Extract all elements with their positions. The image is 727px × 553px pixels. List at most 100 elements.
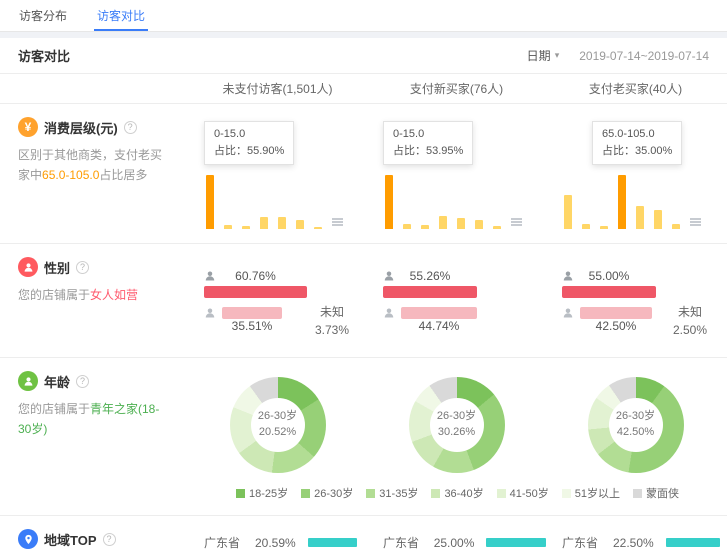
age-label-block: 年龄 ? 您的店铺属于青年之家(18-30岁) <box>0 371 188 473</box>
tab-visitor-comparison[interactable]: 访客对比 <box>82 0 160 31</box>
male-percentage: 42.50% <box>580 319 652 333</box>
donut-center: 26-30岁 20.52% <box>251 398 305 452</box>
region-label-block: 地域TOP ? 您的访客聚集在广东省 <box>0 529 188 553</box>
legend-item-unknown[interactable]: 蒙面侠 <box>633 485 679 501</box>
column-headers: 未支付访客(1,501人) 支付新买家(76人) 支付老买家(40人) <box>0 74 727 104</box>
gender-chart-col-new-buyers: 55.26% 44.74% 未知 <box>367 257 546 343</box>
male-bar <box>580 307 652 319</box>
unknown-label: 未知 <box>315 303 349 321</box>
help-icon[interactable]: ? <box>124 121 137 134</box>
tooltip-share: 占比：35.00% <box>602 143 672 160</box>
visitor-comparison-panel: 访客对比 日期 ▾ 2019-07-14~2019-07-14 未支付访客(1,… <box>0 38 727 553</box>
donut-center-value: 42.50% <box>617 425 654 441</box>
legend-label: 31-35岁 <box>379 485 418 501</box>
unknown-block: 未知 2.50% <box>673 303 707 339</box>
region-row: 广东省 22.50% <box>562 531 725 553</box>
section-region-top: 地域TOP ? 您的访客聚集在广东省 广东省 20.59% 浙江省 11.06%… <box>0 516 727 553</box>
age-description: 您的店铺属于青年之家(18-30岁) <box>18 400 170 440</box>
chevron-down-icon: ▾ <box>555 50 560 61</box>
gender-description: 您的店铺属于女人如营 <box>18 286 170 306</box>
table-toggle-icon[interactable] <box>511 217 522 227</box>
age-chart-col-old-buyers: 26-30岁 42.50% <box>546 371 725 473</box>
gender-label-block: 性别 ? 您的店铺属于女人如营 <box>0 257 188 343</box>
female-bar <box>204 286 307 298</box>
consume-label-block: ¥ 消费层级(元) ? 区别于其他商类，支付老买家中65.0-105.0占比居多 <box>0 117 188 229</box>
male-bar <box>222 307 282 319</box>
help-icon[interactable]: ? <box>76 261 89 274</box>
region-list-col-unpaid: 广东省 20.59% 浙江省 11.06% <box>188 529 367 553</box>
age-donut-chart: 26-30岁 30.26% <box>409 377 505 473</box>
person-icon <box>18 371 38 391</box>
unknown-block: 未知 3.73% <box>315 303 349 339</box>
tooltip-share: 占比：53.95% <box>393 143 463 160</box>
gender-chart-col-unpaid: 60.76% 35.51% 未知 3.73% <box>188 257 367 343</box>
age-chart-col-new-buyers: 26-30岁 30.26% <box>367 371 546 473</box>
consume-description: 区别于其他商类，支付老买家中65.0-105.0占比居多 <box>18 146 170 186</box>
section-consume-level: ¥ 消费层级(元) ? 区别于其他商类，支付老买家中65.0-105.0占比居多… <box>0 104 727 244</box>
section-age: 年龄 ? 您的店铺属于青年之家(18-30岁) 26-30岁 20.52% 26… <box>0 358 727 516</box>
legend-item-41-50[interactable]: 41-50岁 <box>497 485 549 501</box>
help-icon[interactable]: ? <box>103 533 116 546</box>
legend-color-swatch <box>633 489 642 498</box>
column-header-new-buyers: 支付新买家(76人) <box>367 80 546 97</box>
region-percentage: 20.59% <box>255 536 301 550</box>
female-person-icon <box>562 270 574 282</box>
legend-label: 蒙面侠 <box>646 485 679 501</box>
person-icon <box>18 257 38 277</box>
age-chart-col-unpaid: 26-30岁 20.52% <box>188 371 367 473</box>
date-label: 日期 <box>527 47 551 64</box>
legend-item-36-40[interactable]: 36-40岁 <box>431 485 483 501</box>
donut-center: 26-30岁 30.26% <box>430 398 484 452</box>
tab-visitor-distribution[interactable]: 访客分布 <box>4 0 82 31</box>
female-percentage: 55.26% <box>383 269 477 283</box>
date-area: 日期 ▾ 2019-07-14~2019-07-14 <box>527 47 709 64</box>
consume-chart-col-unpaid: 0-15.0 占比：55.90% <box>188 117 367 229</box>
age-donut-chart: 26-30岁 20.52% <box>230 377 326 473</box>
location-pin-icon <box>18 529 38 549</box>
chart-tooltip: 65.0-105.0 占比：35.00% <box>592 121 682 165</box>
legend-item-51-plus[interactable]: 51岁以上 <box>562 485 620 501</box>
consume-chart-col-old-buyers: 65.0-105.0 占比：35.00% <box>546 117 725 229</box>
section-gender: 性别 ? 您的店铺属于女人如营 60.76% 35.51% <box>0 244 727 358</box>
tooltip-share: 占比：55.90% <box>214 143 284 160</box>
date-selector[interactable]: 日期 ▾ <box>527 47 560 64</box>
unknown-percentage: 3.73% <box>315 321 349 339</box>
consume-chart-col-new-buyers: 0-15.0 占比：53.95% <box>367 117 546 229</box>
legend-color-swatch <box>366 489 375 498</box>
female-person-icon <box>204 270 216 282</box>
page-title: 访客对比 <box>18 46 70 65</box>
legend-color-swatch <box>497 489 506 498</box>
chart-tooltip: 0-15.0 占比：53.95% <box>383 121 473 165</box>
legend-item-18-25[interactable]: 18-25岁 <box>236 485 288 501</box>
region-name: 广东省 <box>383 534 427 551</box>
age-donut-chart: 26-30岁 42.50% <box>588 377 684 473</box>
region-bar <box>666 538 720 547</box>
male-percentage: 44.74% <box>401 319 477 333</box>
legend-item-31-35[interactable]: 31-35岁 <box>366 485 418 501</box>
table-toggle-icon[interactable] <box>332 217 343 227</box>
region-percentage: 25.00% <box>434 536 480 550</box>
legend-color-swatch <box>562 489 571 498</box>
male-bar <box>401 307 477 319</box>
panel-header: 访客对比 日期 ▾ 2019-07-14~2019-07-14 <box>0 38 727 74</box>
male-percentage: 35.51% <box>222 319 282 333</box>
region-bar <box>308 538 357 547</box>
region-row: 广东省 20.59% <box>204 531 367 553</box>
section-title-region: 地域TOP <box>44 530 97 549</box>
help-icon[interactable]: ? <box>76 375 89 388</box>
unknown-percentage: 2.50% <box>673 321 707 339</box>
male-person-icon <box>204 307 216 319</box>
legend-item-26-30[interactable]: 26-30岁 <box>301 485 353 501</box>
unknown-label: 未知 <box>673 303 707 321</box>
table-toggle-icon[interactable] <box>690 217 701 227</box>
legend-color-swatch <box>431 489 440 498</box>
tooltip-range: 0-15.0 <box>393 126 463 143</box>
male-person-icon <box>562 307 574 319</box>
tooltip-range: 65.0-105.0 <box>602 126 672 143</box>
region-name: 广东省 <box>562 534 606 551</box>
legend-label: 26-30岁 <box>314 485 353 501</box>
column-header-unpaid: 未支付访客(1,501人) <box>188 80 367 97</box>
donut-center-label: 26-30岁 <box>437 409 476 425</box>
region-row: 广东省 25.00% <box>383 531 546 553</box>
section-title-consume: 消费层级(元) <box>44 118 118 137</box>
